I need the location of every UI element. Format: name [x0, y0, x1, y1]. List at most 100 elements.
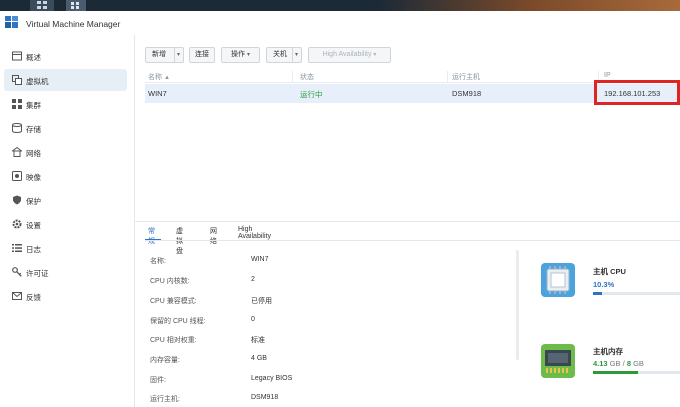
memory-total-unit: GB: [633, 359, 644, 368]
desktop-wallpaper: [380, 0, 680, 11]
sidebar-item-protection[interactable]: 保护: [4, 189, 127, 211]
sidebar-item-log[interactable]: 日志: [4, 237, 127, 259]
cpu-percent-value: 10.3: [593, 280, 608, 289]
memory-separator: /: [622, 359, 625, 368]
connect-button[interactable]: 连接: [189, 47, 215, 63]
new-button-label: 新增: [152, 51, 166, 58]
virtual-machine-icon: [12, 75, 22, 85]
sidebar-item-label: 虚拟机: [26, 77, 49, 86]
cluster-icon: [12, 99, 22, 109]
cpu-percent-unit: %: [607, 280, 615, 289]
sidebar-item-network[interactable]: 网络: [4, 141, 127, 163]
app-title: Virtual Machine Manager: [26, 19, 121, 29]
property-value: 已停用: [251, 298, 272, 305]
sidebar-item-label: 存储: [26, 125, 41, 134]
sidebar-item-label: 保护: [26, 197, 41, 206]
property-value: DSM918: [251, 394, 279, 401]
property-label: CPU 相对权重:: [150, 337, 197, 344]
vmm-app-icon: [5, 16, 18, 28]
property-value: Legacy BIOS: [251, 375, 293, 382]
tab-virtual-disk[interactable]: 虚拟盘: [176, 226, 183, 256]
property-value: WIN7: [251, 256, 269, 263]
window-titlebar: Virtual Machine Manager: [0, 11, 680, 35]
column-header-host[interactable]: 运行主机: [452, 72, 480, 82]
tab-network[interactable]: 网络: [210, 226, 217, 246]
taskbar-vmm-icon[interactable]: [66, 0, 86, 11]
detail-panel-divider: [135, 221, 680, 222]
sidebar-item-storage[interactable]: 存储: [4, 117, 127, 139]
storage-icon: [12, 123, 22, 133]
license-icon: [12, 267, 22, 277]
high-availability-button[interactable]: High Availability ▾: [308, 47, 391, 63]
protection-icon: [13, 195, 21, 205]
property-label: CPU 兼容模式:: [150, 298, 197, 305]
high-availability-label: High Availability: [322, 51, 372, 58]
sort-asc-icon: ▲: [163, 75, 170, 81]
sidebar-item-label: 许可证: [26, 269, 49, 278]
host-cpu-title: 主机 CPU: [593, 267, 626, 276]
memory-used-value: 4.13: [593, 359, 608, 368]
sidebar-item-label: 映像: [26, 173, 41, 182]
cpu-chip-icon: [541, 263, 575, 297]
sidebar-item-cluster[interactable]: 集群: [4, 93, 127, 115]
taskbar-app-grid-icon[interactable]: [30, 0, 54, 11]
memory-module-icon: [541, 344, 575, 378]
action-menu-button[interactable]: 操作 ▾: [221, 47, 260, 63]
column-header-ip[interactable]: IP: [604, 72, 611, 79]
memory-used-unit: GB: [609, 359, 621, 368]
property-label: 保留的 CPU 线程:: [150, 318, 206, 325]
chevron-down-icon: ▾: [373, 52, 377, 58]
sidebar-item-label: 网络: [26, 149, 41, 158]
property-label: 内存容量:: [150, 357, 180, 364]
chevron-down-icon[interactable]: ▾: [295, 48, 298, 62]
chevron-down-icon: ▾: [246, 52, 250, 58]
shutdown-button-label: 关机: [273, 51, 287, 58]
sidebar-item-label: 反馈: [26, 293, 41, 302]
desktop-taskbar: [0, 0, 680, 11]
ip-highlight-box: [594, 80, 680, 105]
tabs-divider: [145, 240, 680, 241]
column-header-name-label: 名称: [148, 74, 162, 81]
tab-general[interactable]: 常规: [148, 226, 155, 246]
detail-scrollbar[interactable]: [516, 250, 519, 360]
vm-host-cell: DSM918: [452, 89, 482, 98]
log-icon: [12, 244, 22, 252]
sidebar-item-label: 集群: [26, 101, 41, 110]
cpu-usage-fill: [593, 292, 602, 295]
sidebar-item-virtual-machine[interactable]: 虚拟机: [4, 69, 127, 91]
feedback-icon: [12, 292, 22, 300]
property-label: 名称:: [150, 258, 166, 265]
sidebar-item-license[interactable]: 许可证: [4, 261, 127, 283]
property-value: 2: [251, 276, 255, 283]
host-cpu-value: 10.3%: [593, 280, 614, 289]
cpu-usage-bar: [593, 292, 680, 295]
sidebar: 概述 虚拟机 集群 存储 网络 映像 保护 设置 日志 许可证 反馈: [0, 43, 127, 407]
property-label: CPU 内核数:: [150, 278, 190, 285]
sidebar-item-label: 概述: [26, 53, 41, 62]
tab-high-availability[interactable]: High Availability: [238, 226, 271, 240]
image-icon: [12, 171, 22, 181]
memory-usage-fill: [593, 371, 638, 374]
sidebar-item-overview[interactable]: 概述: [4, 45, 127, 67]
connect-button-label: 连接: [195, 51, 209, 58]
sidebar-item-feedback[interactable]: 反馈: [4, 285, 127, 307]
column-header-name[interactable]: 名称 ▲: [148, 72, 170, 82]
property-label: 运行主机:: [150, 396, 180, 403]
overview-icon: [12, 51, 22, 61]
settings-icon: [12, 219, 22, 229]
property-value: 4 GB: [251, 355, 267, 362]
column-header-status[interactable]: 状态: [300, 72, 314, 82]
sidebar-item-label: 日志: [26, 245, 41, 254]
sidebar-item-image[interactable]: 映像: [4, 165, 127, 187]
shutdown-button[interactable]: 关机 ▾: [266, 47, 302, 63]
property-label: 固件:: [150, 377, 166, 384]
sidebar-item-settings[interactable]: 设置: [4, 213, 127, 235]
memory-usage-bar: [593, 371, 680, 374]
property-value: 标准: [251, 337, 265, 344]
chevron-down-icon[interactable]: ▾: [177, 48, 180, 62]
network-icon: [12, 147, 22, 157]
memory-total-value: 8: [626, 359, 631, 368]
vm-name-cell: WIN7: [148, 89, 167, 98]
property-value: 0: [251, 316, 255, 323]
new-button[interactable]: 新增 ▾: [145, 47, 184, 63]
